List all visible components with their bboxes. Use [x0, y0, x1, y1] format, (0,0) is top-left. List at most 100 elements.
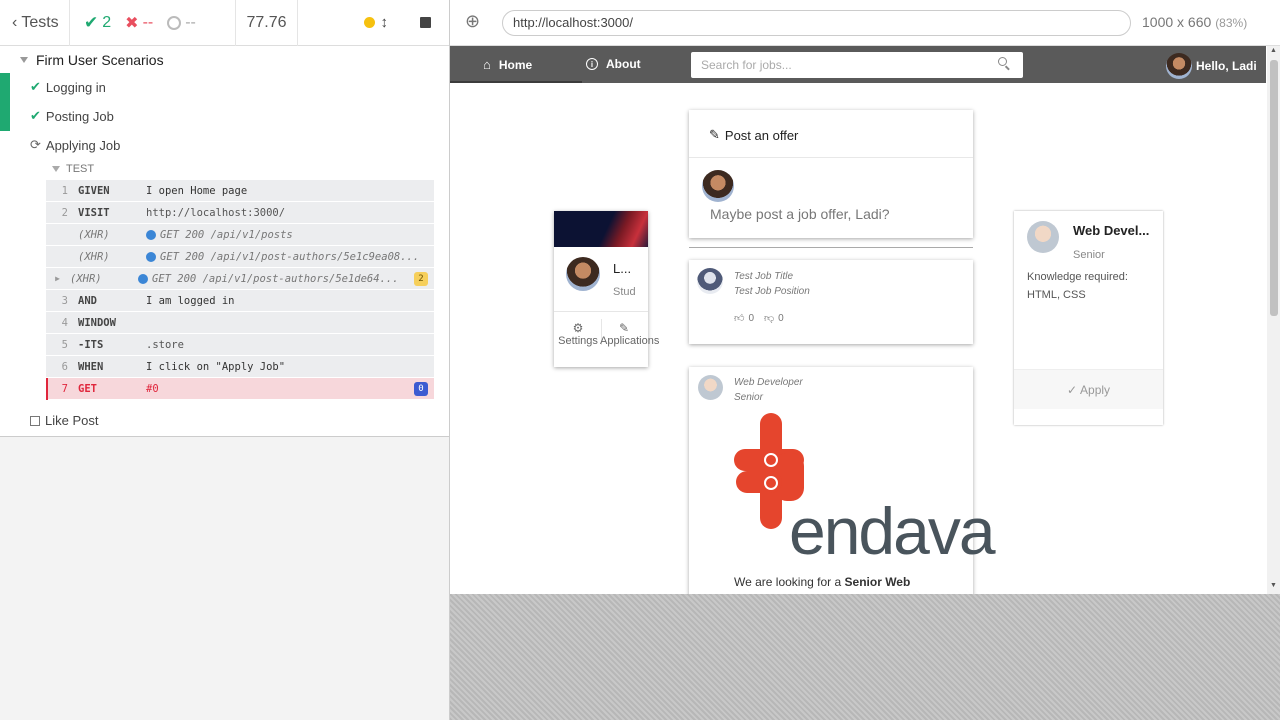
- stop-icon[interactable]: [420, 17, 431, 28]
- xhr-row[interactable]: (XHR) GET 200 /api/v1/posts: [46, 224, 434, 246]
- company-logo: endava: [734, 413, 996, 573]
- passed-count: 2: [102, 13, 112, 31]
- post-position: Test Job Position: [734, 286, 810, 297]
- post-title: Web Developer: [734, 377, 803, 388]
- like-button[interactable]: 👍︎ 0: [734, 312, 755, 325]
- test-section-header[interactable]: TEST: [52, 163, 94, 175]
- xhr-status-icon: [146, 251, 156, 262]
- passed-indicator-bar: [0, 73, 10, 131]
- info-icon: i: [586, 58, 598, 70]
- post-offer-input[interactable]: Maybe post a job offer, Ladi?: [710, 206, 890, 222]
- app-under-test: ⌂ Home i About Search for jobs... Hello,…: [450, 46, 1280, 594]
- checkbox-empty-icon: [30, 415, 40, 426]
- profile-divider: [554, 311, 648, 312]
- like-count: 0: [748, 312, 755, 324]
- error-marker: [46, 378, 48, 400]
- nav-home-label: Home: [498, 57, 533, 72]
- nav-about[interactable]: i About: [586, 57, 641, 71]
- aut-header: ⊕ http://localhost:3000/ 1000 x 660 (83%…: [450, 0, 1280, 46]
- suite-title-label: Firm User Scenarios: [36, 52, 164, 68]
- xhr-row[interactable]: ▶ (XHR) GET 200 /api/v1/post-authors/5e1…: [46, 268, 434, 290]
- post-text-bold: Senior Web: [844, 575, 911, 589]
- passed-stat: ✔ 2: [84, 13, 111, 33]
- dislike-button[interactable]: 👎︎ 0: [764, 312, 784, 325]
- command-row[interactable]: 3 AND I am logged in: [46, 290, 434, 312]
- zoom-level: (83%): [1215, 16, 1248, 30]
- auto-scroll-icon[interactable]: ↕: [381, 14, 389, 31]
- command-log: 1 GIVEN I open Home page 2 VISIT http://…: [46, 180, 434, 400]
- settings-label: Settings: [558, 335, 598, 347]
- command-row[interactable]: 4 WINDOW: [46, 312, 434, 334]
- test-label: Posting Job: [45, 108, 114, 124]
- job-avatar: [1027, 221, 1059, 253]
- app-navbar: ⌂ Home i About Search for jobs... Hello,…: [450, 46, 1266, 83]
- caret-right-icon: ▶: [55, 274, 60, 283]
- pending-count: --: [185, 13, 196, 31]
- pencil-icon: ✎: [618, 321, 630, 335]
- xhr-status-icon: [138, 273, 148, 284]
- search-icon-handle: [1005, 65, 1010, 71]
- applications-link[interactable]: ✎ Applications: [600, 321, 659, 347]
- command-row[interactable]: 1 GIVEN I open Home page: [46, 180, 434, 202]
- nav-home[interactable]: ⌂ Home: [483, 57, 532, 72]
- selector-playground-icon[interactable]: ⊕: [465, 11, 480, 32]
- nav-about-label: About: [606, 57, 641, 71]
- command-row[interactable]: 5 -ITS .store: [46, 334, 434, 356]
- profile-avatar: [566, 257, 600, 291]
- test-item-like-post[interactable]: Like Post: [30, 413, 98, 428]
- profile-name: L...: [613, 261, 632, 276]
- job-post-card: Test Job Title Test Job Position 👍︎ 0 👎︎…: [689, 260, 973, 344]
- check-icon: ✓: [1066, 382, 1078, 397]
- feed-divider: [689, 247, 973, 248]
- post-offer-header[interactable]: ✎ Post an offer: [709, 127, 798, 143]
- settings-link[interactable]: ⚙ Settings: [556, 321, 600, 347]
- job-req-label: Knowledge required:: [1027, 271, 1128, 283]
- tests-label: Tests: [21, 13, 59, 31]
- scroll-down-icon[interactable]: ▼: [1270, 582, 1277, 589]
- page-scrollbar[interactable]: ▲ ▼: [1267, 46, 1280, 594]
- test-item-logging-in[interactable]: ✔ Logging in: [30, 79, 106, 95]
- aut-background: [450, 594, 1280, 720]
- test-item-posting-job[interactable]: ✔ Posting Job: [30, 108, 114, 124]
- failed-command-row[interactable]: 7 GET #0 0: [46, 378, 434, 400]
- check-icon: ✔: [30, 108, 41, 123]
- pending-stat: --: [167, 14, 196, 32]
- user-menu[interactable]: Hello, Ladi: [1166, 53, 1257, 79]
- scroll-up-icon[interactable]: ▲: [1270, 47, 1277, 54]
- job-search-input[interactable]: Search for jobs...: [691, 52, 1023, 78]
- poster-avatar: [698, 375, 723, 400]
- user-greeting: Hello, Ladi: [1196, 59, 1257, 73]
- failed-count: --: [142, 13, 154, 31]
- cypress-reporter: ‹ Tests ✔ 2 ✖ -- -- 77.76 ↕ Firm User Sc…: [0, 0, 450, 720]
- apply-label: Apply: [1080, 382, 1111, 397]
- search-placeholder: Search for jobs...: [701, 58, 792, 72]
- user-avatar: [1166, 53, 1192, 79]
- url-bar[interactable]: http://localhost:3000/: [502, 10, 1131, 36]
- apply-button[interactable]: ✓ Apply: [1014, 369, 1163, 409]
- run-controls: ↕: [298, 0, 449, 46]
- back-to-tests-button[interactable]: ‹ Tests: [0, 0, 70, 46]
- post-position: Senior: [734, 392, 763, 403]
- post-title: Test Job Title: [734, 271, 794, 282]
- command-row[interactable]: 6 WHEN I click on "Apply Job": [46, 356, 434, 378]
- xhr-row[interactable]: (XHR) GET 200 /api/v1/post-authors/5e1c9…: [46, 246, 434, 268]
- caret-down-icon: [52, 166, 60, 172]
- dislike-count: 0: [778, 312, 784, 324]
- profile-role: Stud: [613, 286, 636, 298]
- test-label: Like Post: [45, 413, 99, 428]
- job-post-card: Web Developer Senior endava We are looki…: [689, 367, 996, 594]
- post-offer-title: Post an offer: [724, 127, 799, 143]
- xhr-status-icon: [146, 229, 156, 240]
- post-offer-card: ✎ Post an offer Maybe post a job offer, …: [689, 110, 973, 238]
- profile-banner: [554, 211, 648, 247]
- command-row[interactable]: 2 VISIT http://localhost:3000/: [46, 202, 434, 224]
- viewport-size: 1000 x 660: [1142, 14, 1212, 30]
- suite-title[interactable]: Firm User Scenarios: [20, 52, 164, 68]
- home-icon: ⌂: [483, 57, 491, 72]
- tests-panel: Firm User Scenarios ✔ Logging in ✔ Posti…: [0, 46, 449, 437]
- test-item-applying-job[interactable]: ⟳ Applying Job: [30, 137, 120, 153]
- scrollbar-thumb[interactable]: [1270, 60, 1278, 316]
- post-offer-avatar: [702, 170, 734, 202]
- refresh-icon: ⟳: [30, 137, 41, 152]
- stats: ✔ 2 ✖ -- --: [70, 0, 236, 46]
